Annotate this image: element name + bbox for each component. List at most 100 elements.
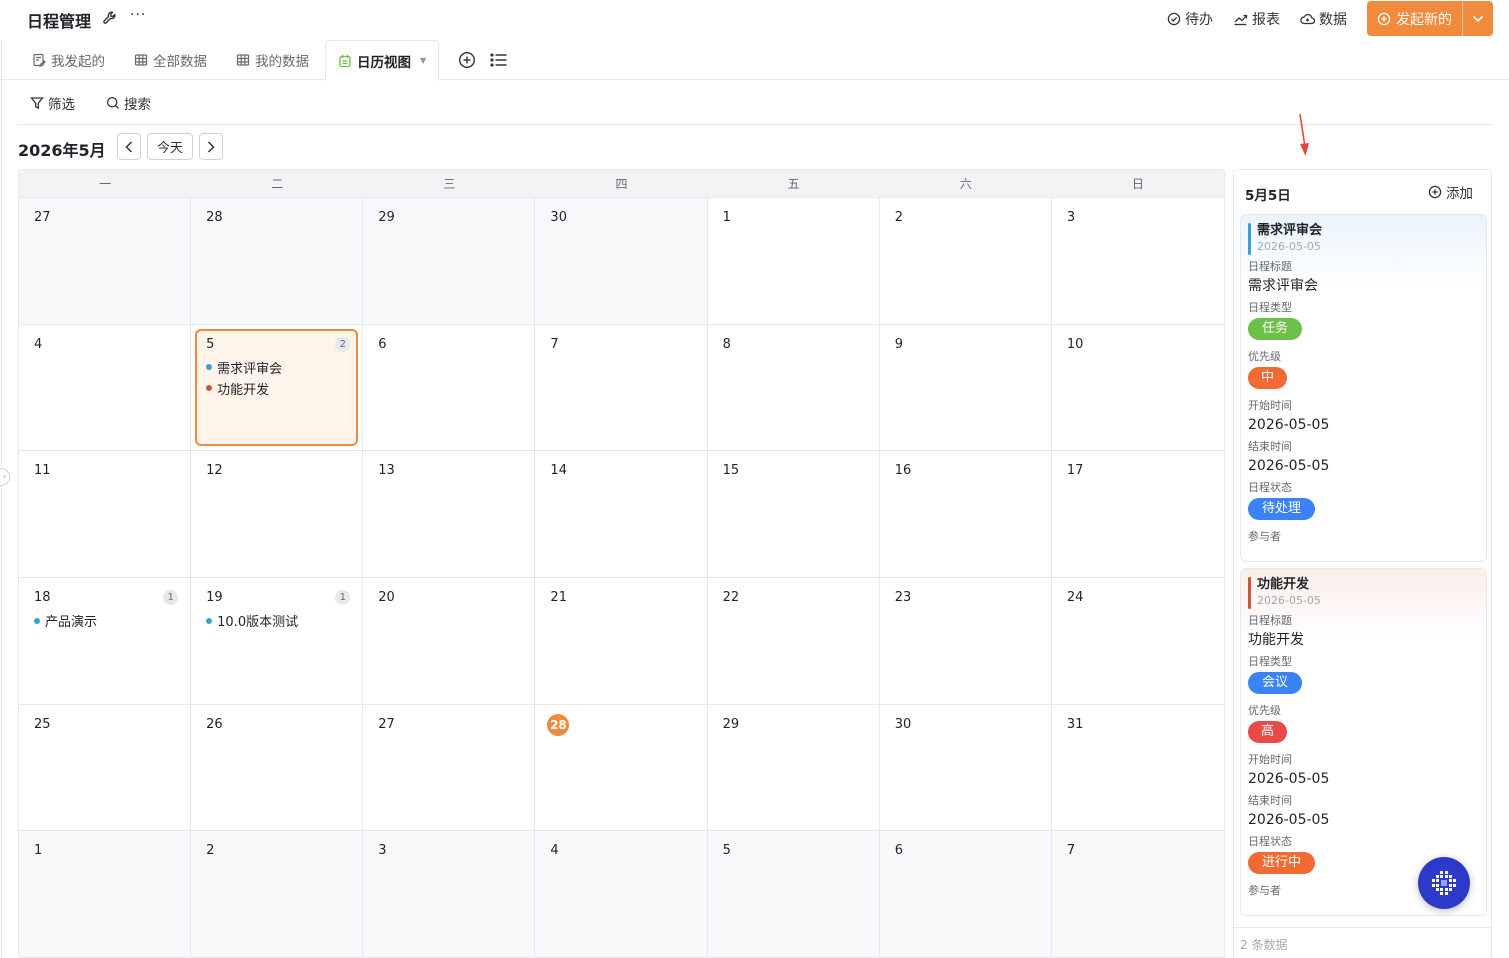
date-number: 18 <box>34 590 51 606</box>
calendar-event[interactable]: 需求评审会 <box>206 358 362 377</box>
calendar-day-cell[interactable]: 11 <box>19 451 192 579</box>
create-new-button[interactable]: 发起新的 <box>1367 1 1493 36</box>
field-label: 开始时间 <box>1248 753 1292 766</box>
chevron-left-icon <box>125 140 133 153</box>
calendar-day-cell[interactable]: 2 <box>879 198 1052 325</box>
caret-down-icon[interactable]: ▼ <box>420 56 426 65</box>
field-label: 日程类型 <box>1248 655 1292 668</box>
plus-circle-icon <box>1428 185 1442 199</box>
date-number: 5 <box>206 336 215 352</box>
search-button[interactable]: 搜索 <box>106 93 151 113</box>
calendar-day-cell[interactable]: 19 1 10.0版本测试 <box>191 578 364 705</box>
calendar-day-cell[interactable]: 2 <box>191 831 364 958</box>
report-link[interactable]: 报表 <box>1233 9 1280 29</box>
calendar-day-cell[interactable]: 30 <box>535 198 708 325</box>
calendar-day-cell[interactable]: 16 <box>879 451 1052 579</box>
event-card-header: 需求评审会 2026-05-05 <box>1248 223 1479 255</box>
calendar-day-cell[interactable]: 28 <box>191 198 364 325</box>
wrench-icon[interactable] <box>102 10 118 26</box>
calendar-day-cell[interactable]: 20 <box>363 578 536 705</box>
calendar-day-cell[interactable]: 5 2 需求评审会 功能开发 <box>191 324 364 452</box>
calendar-day-cell[interactable]: 23 <box>879 578 1052 705</box>
calendar-day-cell[interactable]: 6 <box>879 831 1052 958</box>
field-label: 优先级 <box>1248 350 1281 363</box>
calendar-day-cell[interactable]: 3 <box>1051 198 1224 325</box>
calendar-day-cell[interactable]: 26 <box>191 704 364 832</box>
more-icon[interactable]: ··· <box>130 7 146 23</box>
calendar-day-cell[interactable]: 3 <box>363 831 536 958</box>
calendar-day-cell[interactable]: 13 <box>363 451 536 579</box>
calendar-day-cell[interactable]: 29 <box>707 704 880 832</box>
search-icon <box>106 96 120 110</box>
calendar-day-cell[interactable]: 12 <box>191 451 364 579</box>
date-number: 9 <box>894 336 903 352</box>
today-button[interactable]: 今天 <box>147 133 193 160</box>
prev-month-button[interactable] <box>117 133 141 160</box>
calendar-event[interactable]: 功能开发 <box>206 379 362 398</box>
calendar-day-cell[interactable]: 27 <box>363 704 536 832</box>
data-link[interactable]: 数据 <box>1300 9 1347 29</box>
calendar-day-cell[interactable]: 14 <box>535 451 708 579</box>
weekday-header: 一二三四五六日 <box>19 170 1224 198</box>
date-number: 2 <box>206 843 215 859</box>
sidebar-collapse-handle[interactable]: ‹ <box>0 468 10 486</box>
calendar-day-cell[interactable]: 17 <box>1051 451 1224 579</box>
filter-button[interactable]: 筛选 <box>30 93 75 113</box>
next-month-button[interactable] <box>199 133 223 160</box>
event-card-title: 功能开发 <box>1257 577 1310 592</box>
add-view-icon[interactable] <box>458 51 476 69</box>
calendar-day-cell[interactable]: 28 <box>535 704 708 832</box>
field-value: 功能开发 <box>1248 632 1304 648</box>
calendar-day-cell[interactable]: 25 <box>19 704 192 832</box>
calendar-day-cell[interactable]: 30 <box>879 704 1052 832</box>
weekday-label: 一 <box>99 177 112 191</box>
create-new-dropdown[interactable] <box>1462 1 1493 36</box>
calendar-day-cell[interactable]: 6 <box>363 324 536 452</box>
calendar-day-cell[interactable]: 1 <box>19 831 192 958</box>
list-icon[interactable] <box>490 52 508 68</box>
priority-tag: 中 <box>1248 367 1288 389</box>
calendar-event[interactable]: 10.0版本测试 <box>206 611 362 630</box>
tab-calendar-view[interactable]: 日历视图 ▼ <box>325 40 440 81</box>
todo-link[interactable]: 待办 <box>1167 9 1213 29</box>
date-number: 13 <box>378 463 395 479</box>
chart-trend-icon <box>1234 14 1248 25</box>
assistant-float-button[interactable] <box>1418 857 1470 909</box>
tab-initiated[interactable]: 我发起的 <box>32 40 105 80</box>
event-card[interactable]: 需求评审会 2026-05-05 日程标题 需求评审会 日程类型 任务 优先级 … <box>1240 214 1487 562</box>
date-number: 5 <box>722 843 731 859</box>
calendar-day-cell[interactable]: 21 <box>535 578 708 705</box>
date-number: 3 <box>378 843 387 859</box>
calendar-month-grid: 一二三四五六日 27 28 29 30 1 2 3 4 5 2 需求评审会 功能开发 6 7 8 9 10 11 1… <box>18 169 1225 958</box>
calendar-event[interactable]: 产品演示 <box>34 611 190 630</box>
field-label: 开始时间 <box>1248 399 1292 412</box>
calendar-days: 27 28 29 30 1 2 3 4 5 2 需求评审会 功能开发 6 7 8 9 10 11 12 13 14 15 1… <box>19 198 1224 958</box>
calendar-day-cell[interactable]: 4 <box>19 324 192 452</box>
calendar-day-cell[interactable]: 8 <box>707 324 880 452</box>
calendar-day-cell[interactable]: 22 <box>707 578 880 705</box>
calendar-day-cell[interactable]: 27 <box>19 198 192 325</box>
calendar-day-cell[interactable]: 31 <box>1051 705 1224 832</box>
tab-initiated-label: 我发起的 <box>51 54 105 70</box>
tab-all-data[interactable]: 全部数据 <box>134 40 207 80</box>
calendar-day-cell[interactable]: 4 <box>535 831 708 958</box>
calendar-day-cell[interactable]: 18 1 产品演示 <box>19 578 192 705</box>
tab-my-data[interactable]: 我的数据 <box>236 40 309 80</box>
add-event-button[interactable]: 添加 <box>1428 182 1473 202</box>
calendar-day-cell[interactable]: 15 <box>707 451 880 579</box>
calendar-day-cell[interactable]: 7 <box>535 324 708 452</box>
calendar-day-cell[interactable]: 24 <box>1051 578 1224 705</box>
today-date-number: 28 <box>547 713 570 736</box>
event-card-date: 2026-05-05 <box>1257 240 1321 253</box>
calendar-day-cell[interactable]: 1 <box>707 198 880 325</box>
create-new-main[interactable]: 发起新的 <box>1367 1 1462 36</box>
calendar-day-cell[interactable]: 9 <box>879 324 1052 452</box>
calendar-day-cell[interactable]: 5 <box>707 831 880 958</box>
calendar-day-cell[interactable]: 29 <box>363 198 536 325</box>
calendar-day-cell[interactable]: 10 <box>1051 325 1224 452</box>
date-number: 14 <box>550 463 567 479</box>
calendar-day-cell[interactable]: 7 <box>1051 831 1224 958</box>
date-number: 6 <box>378 336 387 352</box>
date-number: 29 <box>378 210 395 225</box>
date-number: 11 <box>34 463 51 479</box>
